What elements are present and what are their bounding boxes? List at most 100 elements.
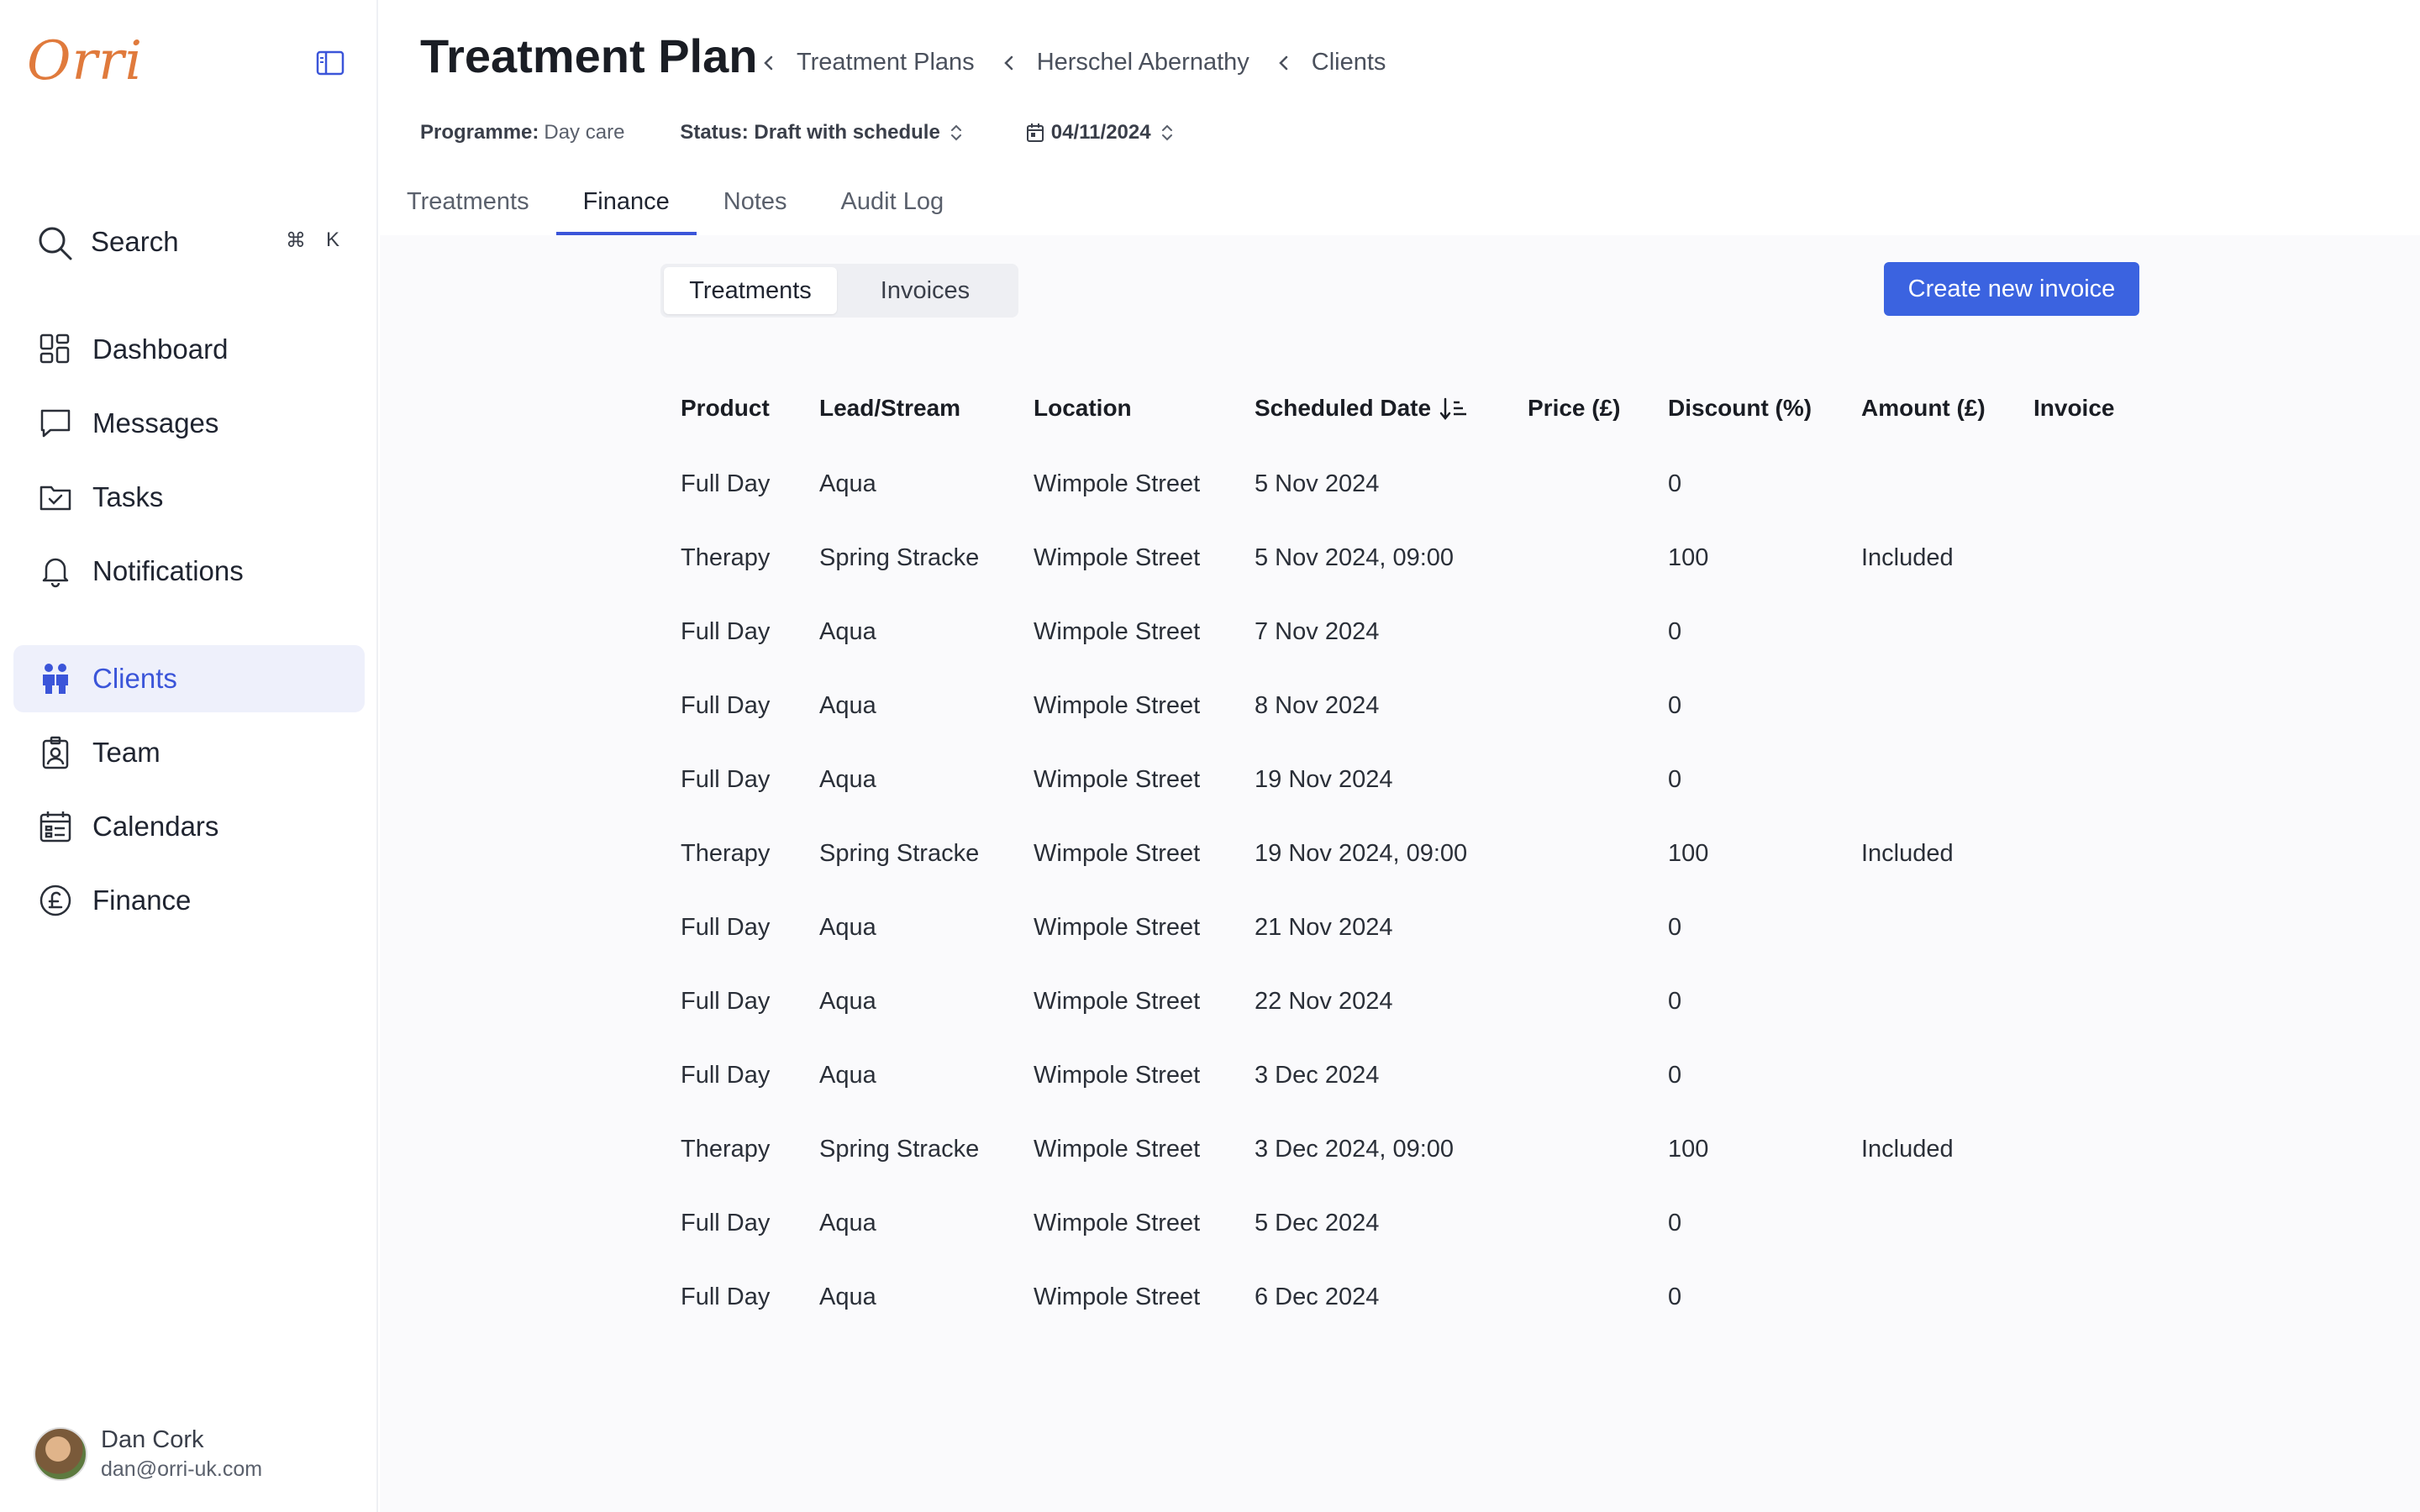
segment-invoices[interactable]: Invoices xyxy=(837,267,1013,314)
status-select[interactable]: Status: Draft with schedule xyxy=(680,121,963,144)
team-badge-icon xyxy=(39,736,72,769)
location-cell: Wimpole Street xyxy=(1034,913,1201,941)
plan-meta: Programme: Day care Status: Draft with s… xyxy=(420,121,1175,144)
lead-stream-cell: Spring Stracke xyxy=(819,839,980,867)
breadcrumb-item-treatment-plans[interactable]: Treatment Plans xyxy=(760,49,975,76)
user-name: Dan Cork xyxy=(101,1426,204,1453)
breadcrumb-item-client[interactable]: Herschel Abernathy xyxy=(1000,49,1249,76)
product-cell: Therapy xyxy=(681,1135,771,1163)
table-row[interactable]: Therapy Spring Stracke Wimpole Street 19 No… xyxy=(660,816,2139,890)
tab-audit-log[interactable]: Audit Log xyxy=(814,168,971,235)
price-cell xyxy=(1507,743,1648,816)
lead-stream-cell: Spring Stracke xyxy=(819,543,980,571)
scheduled-date-cell: 7 Nov 2024 xyxy=(1255,617,1380,645)
column-header-product[interactable]: Product xyxy=(660,370,799,447)
chevron-left-icon xyxy=(1279,55,1288,70)
scheduled-date-cell: 19 Nov 2024 xyxy=(1255,765,1393,793)
plan-tabs: Treatments Finance Notes Audit Log xyxy=(380,168,971,235)
sidebar-item-notifications[interactable]: Notifications xyxy=(13,538,365,605)
product-cell: Full Day xyxy=(681,691,771,719)
scheduled-date-cell: 5 Nov 2024, 09:00 xyxy=(1255,543,1455,571)
invoice-cell xyxy=(2013,1260,2139,1334)
discount-cell: 0 xyxy=(1668,1061,1682,1089)
scheduled-date-cell: 19 Nov 2024, 09:00 xyxy=(1255,839,1468,867)
sidebar-item-label: Tasks xyxy=(92,481,164,512)
user-profile[interactable]: Dan Cork dan@orri-uk.com xyxy=(34,1426,262,1482)
amount-cell xyxy=(1841,1038,2013,1112)
table-row[interactable]: Full Day Aqua Wimpole Street 5 Dec 2024 0 xyxy=(660,1186,2139,1260)
table-row[interactable]: Full Day Aqua Wimpole Street 21 Nov 2024 0 xyxy=(660,890,2139,964)
invoice-cell xyxy=(2013,890,2139,964)
programme-value: Day care xyxy=(544,121,625,144)
date-select[interactable]: 04/11/2024 xyxy=(1026,121,1175,144)
table-row[interactable]: Full Day Aqua Wimpole Street 6 Dec 2024 0 xyxy=(660,1260,2139,1334)
orri-logo[interactable]: Orri xyxy=(27,30,143,92)
avatar[interactable] xyxy=(34,1427,87,1481)
location-cell: Wimpole Street xyxy=(1034,1061,1201,1089)
lead-stream-cell: Aqua xyxy=(819,1061,876,1089)
table-row[interactable]: Full Day Aqua Wimpole Street 19 Nov 2024 0 xyxy=(660,743,2139,816)
tab-finance[interactable]: Finance xyxy=(555,168,697,235)
sidebar-item-messages[interactable]: Messages xyxy=(13,390,365,457)
table-row[interactable]: Therapy Spring Stracke Wimpole Street 5 Nov… xyxy=(660,521,2139,595)
discount-cell: 0 xyxy=(1668,1283,1682,1310)
tab-treatments[interactable]: Treatments xyxy=(380,168,556,235)
breadcrumb: Treatment Plans Herschel Abernathy Clien… xyxy=(760,49,1411,76)
column-header-scheduled-date[interactable]: Scheduled Date xyxy=(1234,370,1507,447)
scheduled-date-cell: 3 Dec 2024, 09:00 xyxy=(1255,1135,1455,1163)
column-header-discount[interactable]: Discount (%) xyxy=(1648,370,1841,447)
tab-notes[interactable]: Notes xyxy=(697,168,814,235)
sidebar-item-calendars[interactable]: Calendars xyxy=(13,793,365,860)
column-header-price[interactable]: Price (£) xyxy=(1507,370,1648,447)
sidebar-item-tasks[interactable]: Tasks xyxy=(13,464,365,531)
sidebar-toggle-icon[interactable] xyxy=(316,50,345,76)
discount-cell: 0 xyxy=(1668,691,1682,719)
amount-cell xyxy=(1841,1186,2013,1260)
breadcrumb-label: Treatment Plans xyxy=(797,49,975,76)
column-header-invoice[interactable]: Invoice xyxy=(2013,370,2139,447)
discount-cell: 100 xyxy=(1668,839,1709,867)
table-row[interactable]: Full Day Aqua Wimpole Street 5 Nov 2024 0 xyxy=(660,447,2139,521)
scheduled-date-cell: 6 Dec 2024 xyxy=(1255,1283,1380,1310)
product-cell: Full Day xyxy=(681,470,771,497)
lead-stream-cell: Aqua xyxy=(819,617,876,645)
discount-cell: 0 xyxy=(1668,765,1682,793)
table-row[interactable]: Full Day Aqua Wimpole Street 7 Nov 2024 0 xyxy=(660,595,2139,669)
invoice-cell xyxy=(2013,1038,2139,1112)
invoice-cell xyxy=(2013,1186,2139,1260)
column-header-location[interactable]: Location xyxy=(1013,370,1234,447)
scheduled-date-cell: 5 Dec 2024 xyxy=(1255,1209,1380,1236)
sort-descending-icon[interactable] xyxy=(1439,396,1468,422)
table-row[interactable]: Full Day Aqua Wimpole Street 22 Nov 2024 0 xyxy=(660,964,2139,1038)
sidebar-item-dashboard[interactable]: Dashboard xyxy=(13,316,365,383)
product-cell: Full Day xyxy=(681,765,771,793)
product-cell: Full Day xyxy=(681,1283,771,1310)
column-header-amount[interactable]: Amount (£) xyxy=(1841,370,2013,447)
bell-icon xyxy=(39,554,72,588)
sidebar-item-label: Dashboard xyxy=(92,333,229,365)
search-button[interactable]: Search ⌘ K xyxy=(37,220,339,264)
invoice-cell xyxy=(2013,1112,2139,1186)
lead-stream-cell: Aqua xyxy=(819,765,876,793)
invoice-cell xyxy=(2013,743,2139,816)
table-row[interactable]: Full Day Aqua Wimpole Street 8 Nov 2024 0 xyxy=(660,669,2139,743)
location-cell: Wimpole Street xyxy=(1034,543,1201,571)
column-header-lead-stream[interactable]: Lead/Stream xyxy=(799,370,1013,447)
segment-treatments[interactable]: Treatments xyxy=(664,267,837,314)
user-email: dan@orri-uk.com xyxy=(101,1457,263,1481)
scheduled-date-cell: 22 Nov 2024 xyxy=(1255,987,1393,1015)
lead-stream-cell: Aqua xyxy=(819,1283,876,1310)
table-row[interactable]: Full Day Aqua Wimpole Street 3 Dec 2024 0 xyxy=(660,1038,2139,1112)
sidebar-item-team[interactable]: Team xyxy=(13,719,365,786)
discount-cell: 0 xyxy=(1668,913,1682,941)
create-invoice-button[interactable]: Create new invoice xyxy=(1884,262,2139,316)
price-cell xyxy=(1507,595,1648,669)
sidebar-item-finance[interactable]: Finance xyxy=(13,867,365,934)
table-row[interactable]: Therapy Spring Stracke Wimpole Street 3 Dec… xyxy=(660,1112,2139,1186)
breadcrumb-item-clients[interactable]: Clients xyxy=(1275,49,1386,76)
location-cell: Wimpole Street xyxy=(1034,1135,1201,1163)
discount-cell: 0 xyxy=(1668,617,1682,645)
discount-cell: 100 xyxy=(1668,1135,1709,1163)
discount-cell: 0 xyxy=(1668,987,1682,1015)
sidebar-item-clients[interactable]: Clients xyxy=(13,645,365,712)
